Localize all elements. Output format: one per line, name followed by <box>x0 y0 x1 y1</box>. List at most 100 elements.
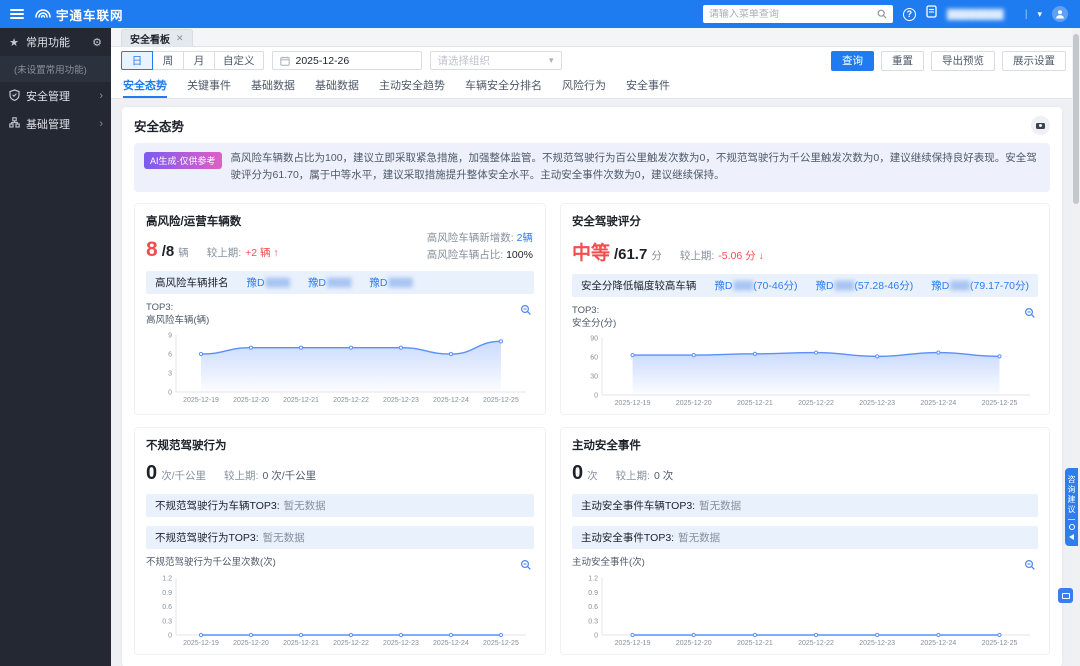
subtab-basic-data-2[interactable]: 基础数据 <box>315 74 359 98</box>
zoom-icon[interactable] <box>1024 558 1036 576</box>
filter-bar: 日 周 月 自定义 2025-12-26 请选择组织 ▾ 查询 重置 导出预览 … <box>111 47 1080 74</box>
high-risk-trend-chart: 0 3 6 9 2025-12-19 2025-12-20 2025-12-21 2025-1… <box>168 333 526 404</box>
score-unit: 分 <box>651 249 662 262</box>
menu-toggle-icon[interactable] <box>10 9 24 19</box>
svg-text:2025-12-19: 2025-12-19 <box>183 640 219 647</box>
high-risk-card: 高风险/运营车辆数 8 /8 辆 较上期: +2 辆 ↑ 高风险车辆新增数: 2… <box>134 202 546 416</box>
sidebar-item-no-favorites[interactable]: (未设置常用功能) <box>0 56 111 82</box>
ai-summary-text: 高风险车辆数占比为100，建议立即采取紧急措施，加强整体监管。不规范驾驶行为百公… <box>230 152 1037 182</box>
org-placeholder: 请选择组织 <box>437 55 491 67</box>
period-week-button[interactable]: 周 <box>152 51 184 70</box>
active-safety-events-card: 主动安全事件 0 次 较上期: 0 次 主动安全事件车辆TOP3: 暂无数据 主动… <box>559 427 1050 655</box>
plate-link[interactable]: 豫D ████ (70-46分) <box>714 278 797 293</box>
gear-icon[interactable]: ⚙ <box>91 36 103 49</box>
plate-link[interactable]: 豫D ████ (79.17-70分) <box>931 278 1029 293</box>
sidebar-item-favorites[interactable]: ★ 常用功能 ⚙ <box>0 28 111 56</box>
subtab-security-posture[interactable]: 安全态势 <box>123 74 167 98</box>
rank-row: 安全分降低幅度较高车辆 豫D ████ (70-46分) 豫D ████ (57.28-… <box>571 273 1038 297</box>
behavior-unit: 次/千公里 <box>161 470 207 483</box>
subtab-active-safety-trend[interactable]: 主动安全趋势 <box>379 74 445 98</box>
score-value: /61.7 <box>613 245 648 263</box>
period-day-button[interactable]: 日 <box>121 51 153 70</box>
svg-text:2025-12-24: 2025-12-24 <box>433 397 469 404</box>
close-icon[interactable]: ✕ <box>176 33 184 44</box>
plate-link[interactable]: 豫D █████ <box>308 275 351 290</box>
card-title: 主动安全事件 <box>571 440 641 453</box>
tab-security-board[interactable]: 安全看板 ✕ <box>121 29 193 46</box>
sidebar-item-security-mgmt[interactable]: 安全管理 › <box>0 82 111 110</box>
avatar[interactable] <box>1052 6 1068 22</box>
export-preview-button[interactable]: 导出预览 <box>931 50 995 71</box>
query-button[interactable]: 查询 <box>831 50 874 71</box>
sidebar-item-basic-mgmt[interactable]: 基础管理 › <box>0 110 111 138</box>
svg-text:2025-12-20: 2025-12-20 <box>676 640 712 647</box>
subtab-risk-behavior[interactable]: 风险行为 <box>562 74 606 98</box>
svg-text:9: 9 <box>168 333 172 340</box>
display-settings-button[interactable]: 展示设置 <box>1002 50 1066 71</box>
user-menu-caret-icon[interactable]: ▾ <box>1037 9 1042 20</box>
svg-text:0.6: 0.6 <box>588 604 598 611</box>
sidebar-item-label: 安全管理 <box>26 91 70 103</box>
chart-unit-label: 高风险车辆(辆) <box>146 314 210 326</box>
zoom-icon[interactable] <box>520 303 532 321</box>
eye-icon[interactable] <box>1068 524 1075 530</box>
ai-tag-badge: AI生成·仅供参考 <box>144 152 222 169</box>
svg-text:2025-12-23: 2025-12-23 <box>859 640 895 647</box>
chevron-right-icon: › <box>99 90 103 102</box>
search-icon[interactable] <box>877 9 887 19</box>
svg-text:0.9: 0.9 <box>588 589 598 596</box>
rank-row: 高风险车辆排名 豫D █████ 豫D █████ 豫D █████ <box>146 270 534 294</box>
topbar-divider: | <box>1024 8 1028 20</box>
snapshot-button[interactable] <box>1031 116 1050 135</box>
vertical-scrollbar[interactable] <box>1072 28 1080 666</box>
row-value: 暂无数据 <box>262 532 305 545</box>
top3-row: 不规范驾驶行为车辆TOP3: 暂无数据 <box>146 494 534 518</box>
document-icon[interactable] <box>926 5 937 23</box>
org-select[interactable]: 请选择组织 ▾ <box>429 51 562 70</box>
reset-button[interactable]: 重置 <box>881 50 924 71</box>
risk-total: /8 <box>161 242 175 260</box>
subtab-basic-data-1[interactable]: 基础数据 <box>251 74 295 98</box>
username-masked[interactable]: ████████ <box>947 9 1015 20</box>
svg-text:2025-12-21: 2025-12-21 <box>737 400 773 407</box>
row-value: 暂无数据 <box>699 500 742 513</box>
sidebar-item-label: (未设置常用功能) <box>14 65 87 76</box>
feedback-float-tab[interactable]: 咨询建议 <box>1065 468 1078 546</box>
subtab-key-events[interactable]: 关键事件 <box>187 74 231 98</box>
plate-link[interactable]: 豫D █████ <box>369 275 412 290</box>
shield-icon <box>8 88 20 104</box>
events-unit: 次 <box>587 470 598 483</box>
stat-value[interactable]: 2辆 <box>517 232 533 244</box>
svg-text:2025-12-22: 2025-12-22 <box>798 640 834 647</box>
risk-unit: 辆 <box>178 246 189 259</box>
date-picker[interactable]: 2025-12-26 <box>271 51 422 70</box>
svg-text:2025-12-22: 2025-12-22 <box>798 400 834 407</box>
search-input[interactable] <box>708 8 877 20</box>
sidebar-item-label: 常用功能 <box>26 37 70 49</box>
plate-link[interactable]: 豫D ████ (57.28-46分) <box>816 278 914 293</box>
chart-unit-label: 不规范驾驶行为千公里次数(次) <box>146 557 276 569</box>
svg-text:2025-12-20: 2025-12-20 <box>676 400 712 407</box>
svg-text:2025-12-23: 2025-12-23 <box>383 640 419 647</box>
help-icon[interactable]: ? <box>902 7 916 21</box>
scrollbar-thumb[interactable] <box>1073 34 1079 204</box>
chat-float-button[interactable] <box>1058 588 1073 603</box>
active-events-trend-chart: 0 0.3 0.6 0.9 1.2 2025-12-19 2025-12-20 2025-12… <box>588 575 1030 647</box>
period-month-button[interactable]: 月 <box>183 51 215 70</box>
menu-search[interactable] <box>702 5 893 23</box>
plate-link[interactable]: 豫D █████ <box>247 275 290 290</box>
svg-text:2025-12-24: 2025-12-24 <box>433 640 469 647</box>
tab-label: 安全看板 <box>130 34 170 46</box>
feedback-label: 咨询建议 <box>1067 475 1076 515</box>
zoom-icon[interactable] <box>1024 306 1036 324</box>
period-custom-button[interactable]: 自定义 <box>214 51 264 70</box>
ai-summary: AI生成·仅供参考 高风险车辆数占比为100，建议立即采取紧急措施，加强整体监管… <box>134 143 1050 192</box>
rank-label: 安全分降低幅度较高车辆 <box>580 279 697 292</box>
zoom-icon[interactable] <box>520 558 532 576</box>
top-bar: 宇通车联网 ? ████████ | ▾ <box>0 0 1080 28</box>
plate-masked: ████ <box>733 280 754 290</box>
subtab-security-events[interactable]: 安全事件 <box>626 74 670 98</box>
subtab-vehicle-score-rank[interactable]: 车辆安全分排名 <box>465 74 542 98</box>
collapse-icon[interactable] <box>1069 534 1074 540</box>
svg-text:2025-12-19: 2025-12-19 <box>615 400 651 407</box>
